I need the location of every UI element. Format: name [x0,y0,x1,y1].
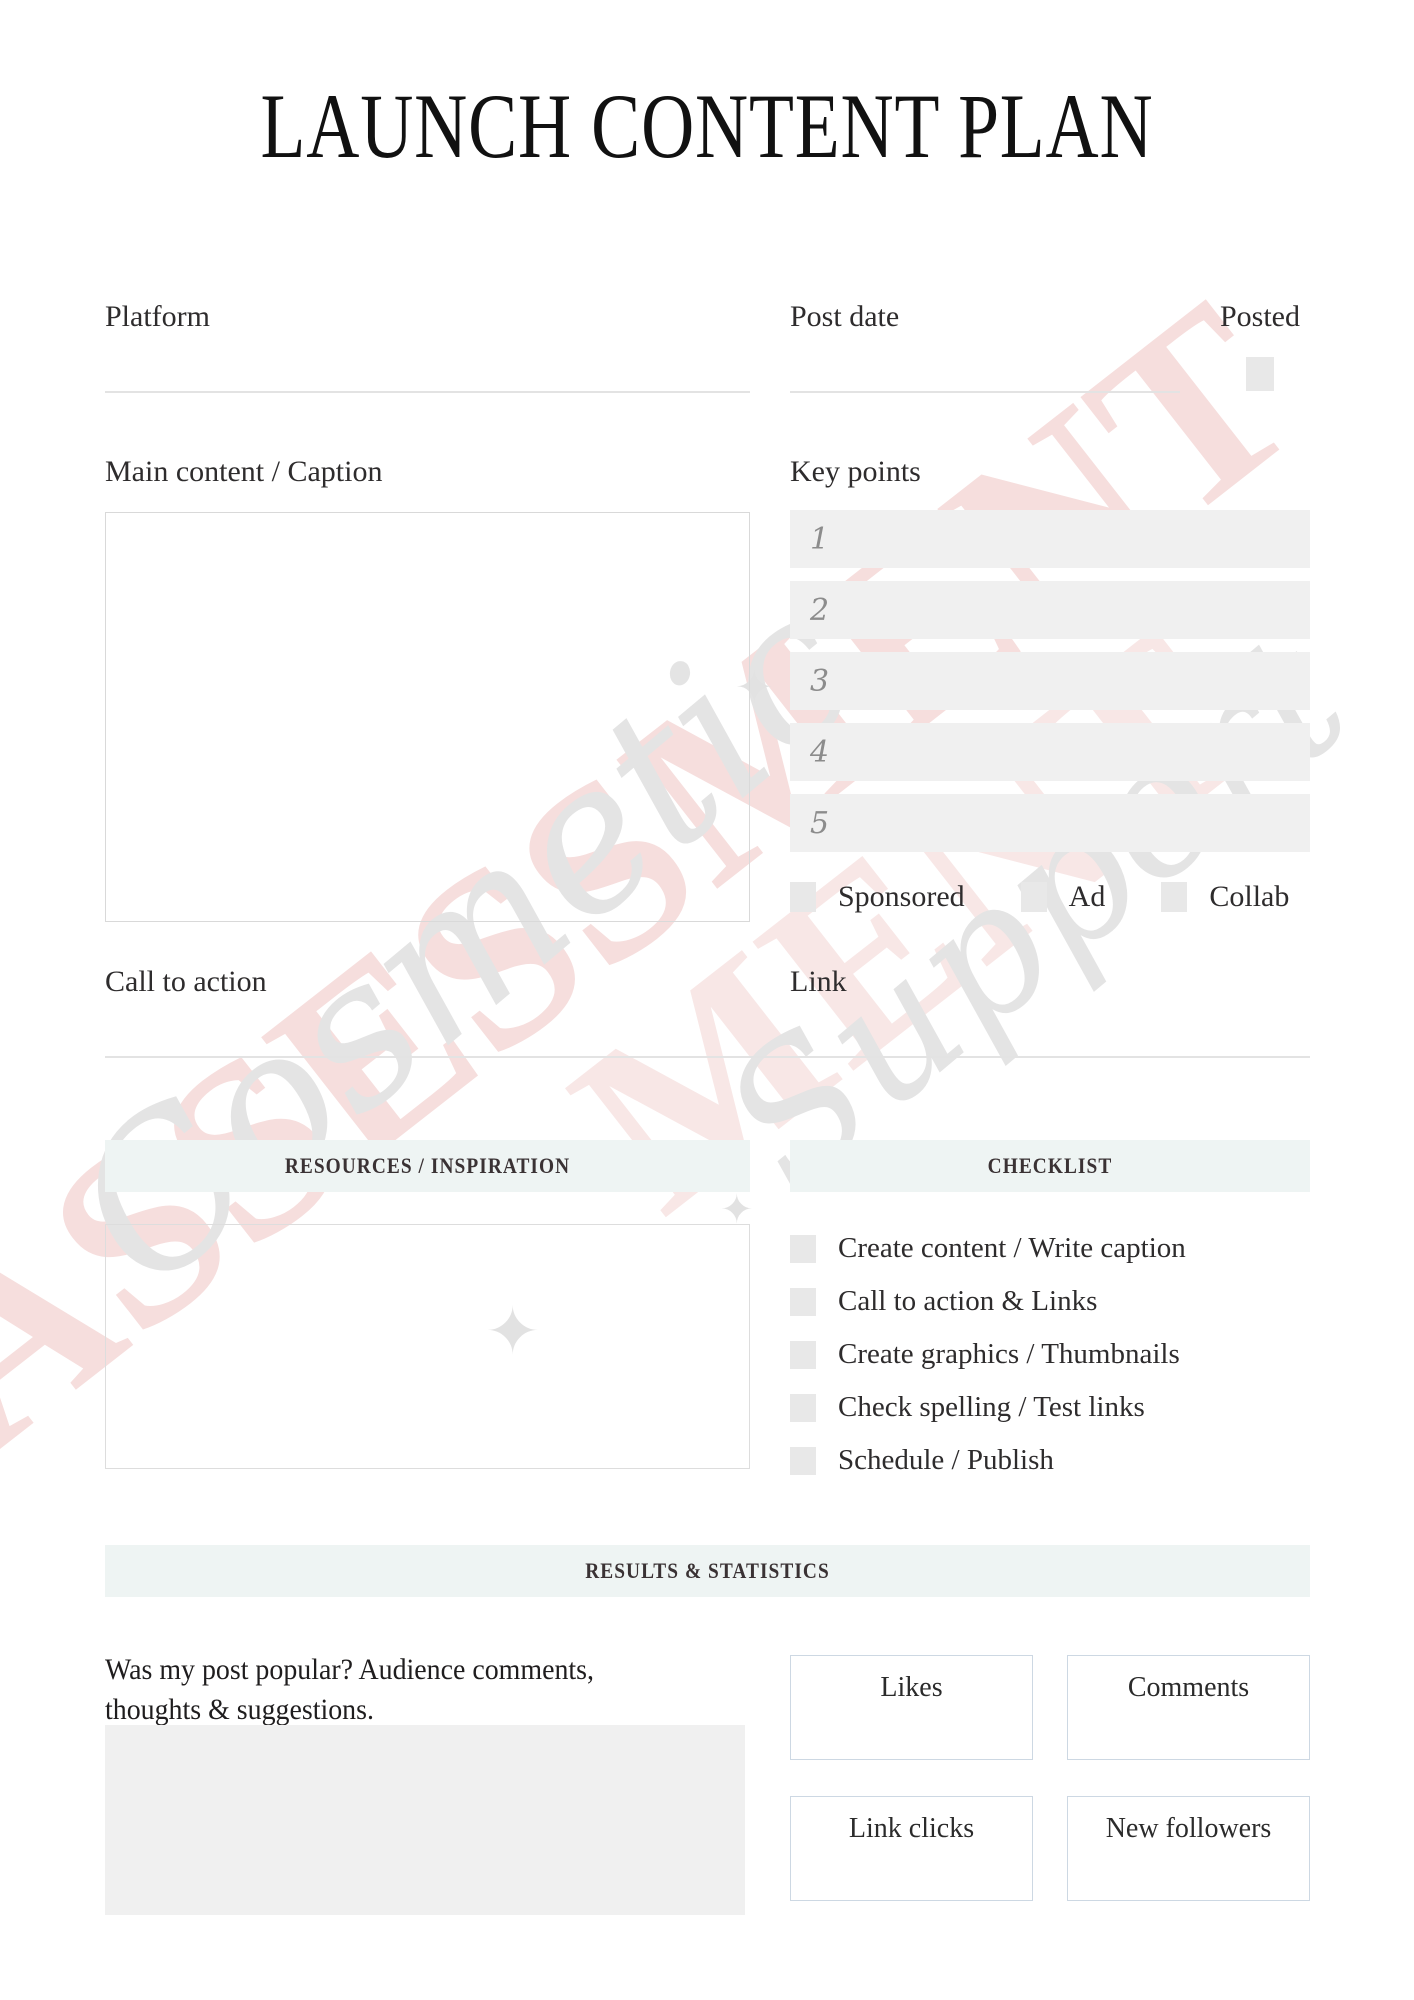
checklist-checkbox[interactable] [790,1287,816,1316]
results-heading: RESULTS & STATISTICS [177,1545,1238,1597]
checklist-checkbox[interactable] [790,1446,816,1475]
checklist-heading: CHECKLIST [821,1140,1279,1192]
checklist-item[interactable]: Call to action & Links [790,1275,1310,1328]
main-content-textarea[interactable] [105,512,750,922]
platform-label: Platform [105,300,210,333]
key-point-number: 5 [810,805,830,841]
results-header-bar: RESULTS & STATISTICS [105,1545,1310,1597]
link-field-group: Link [790,965,1310,1058]
stat-box-new-followers[interactable]: New followers [1067,1796,1310,1901]
checklist-checkbox[interactable] [790,1393,816,1422]
key-points-label: Key points [790,455,921,488]
key-points-group: Key points 1 2 3 4 5 [790,455,1310,865]
tag-sponsored[interactable]: Sponsored [790,880,965,914]
key-point-row[interactable]: 2 [790,581,1310,639]
key-point-number: 4 [810,734,830,770]
key-point-number: 1 [810,521,830,557]
ad-checkbox[interactable] [1020,882,1047,912]
main-content-label: Main content / Caption [105,455,383,488]
key-point-number: 3 [810,663,830,699]
stat-box-comments[interactable]: Comments [1067,1655,1310,1760]
post-date-label: Post date [790,300,900,333]
tag-ad[interactable]: Ad [1020,880,1106,914]
checklist-item-label: Schedule / Publish [838,1444,1054,1476]
key-point-row[interactable]: 1 [790,510,1310,568]
tag-collab[interactable]: Collab [1161,880,1289,914]
key-point-number: 2 [810,592,830,628]
post-date-field-group: Post date [790,300,1180,393]
checklist-item[interactable]: Create graphics / Thumbnails [790,1328,1310,1381]
sponsored-label: Sponsored [838,880,965,913]
main-content-field-group: Main content / Caption [105,455,750,922]
collab-label: Collab [1209,880,1290,913]
key-point-row[interactable]: 4 [790,723,1310,781]
resources-heading: RESOURCES / INSPIRATION [143,1140,712,1192]
link-label: Link [790,965,847,998]
posted-checkbox[interactable] [1246,357,1274,391]
checklist-item-label: Check spelling / Test links [838,1391,1145,1423]
checklist-checkbox[interactable] [790,1340,816,1369]
platform-field-group: Platform [105,300,750,393]
checklist-checkbox[interactable] [790,1234,816,1263]
checklist-section: CHECKLIST Create content / Write caption… [790,1140,1310,1487]
stat-label: New followers [1105,1813,1272,1844]
checklist-item[interactable]: Check spelling / Test links [790,1381,1310,1434]
key-points-list: 1 2 3 4 5 [790,510,1310,852]
checklist-items: Create content / Write caption Call to a… [790,1222,1310,1487]
launch-content-plan-page: LAUNCH CONTENT PLAN Platform Post date P… [0,0,1414,2000]
post-date-input[interactable] [790,391,1180,393]
posted-label: Posted [1219,300,1300,333]
link-input[interactable] [790,1056,1310,1058]
resources-textarea[interactable] [105,1224,750,1469]
post-type-tags: Sponsored Ad Collab [790,880,1325,914]
posted-field-group: Posted [1205,300,1315,396]
resources-section: RESOURCES / INSPIRATION [105,1140,750,1469]
stat-label: Comments [1127,1672,1250,1703]
checklist-item-label: Create graphics / Thumbnails [838,1338,1180,1370]
results-notes-textarea[interactable] [105,1725,745,1915]
stat-label: Link clicks [848,1813,975,1844]
key-point-row[interactable]: 3 [790,652,1310,710]
checklist-item-label: Call to action & Links [838,1285,1098,1317]
stat-box-link-clicks[interactable]: Link clicks [790,1796,1033,1901]
checklist-header-bar: CHECKLIST [790,1140,1310,1192]
collab-checkbox[interactable] [1161,882,1188,912]
checklist-item-label: Create content / Write caption [838,1232,1186,1264]
platform-input[interactable] [105,391,750,393]
ad-label: Ad [1068,880,1106,913]
page-title: LAUNCH CONTENT PLAN [260,75,1154,177]
key-point-row[interactable]: 5 [790,794,1310,852]
stat-box-likes[interactable]: Likes [790,1655,1033,1760]
checklist-item[interactable]: Create content / Write caption [790,1222,1310,1275]
stat-label: Likes [880,1672,943,1703]
resources-header-bar: RESOURCES / INSPIRATION [105,1140,750,1192]
results-question-label: Was my post popular? Audience comments, … [105,1653,595,1726]
checklist-item[interactable]: Schedule / Publish [790,1434,1310,1487]
results-section: RESULTS & STATISTICS [105,1545,1310,1597]
stats-grid: Likes Comments Link clicks New followers [790,1655,1310,1901]
sponsored-checkbox[interactable] [790,882,816,912]
